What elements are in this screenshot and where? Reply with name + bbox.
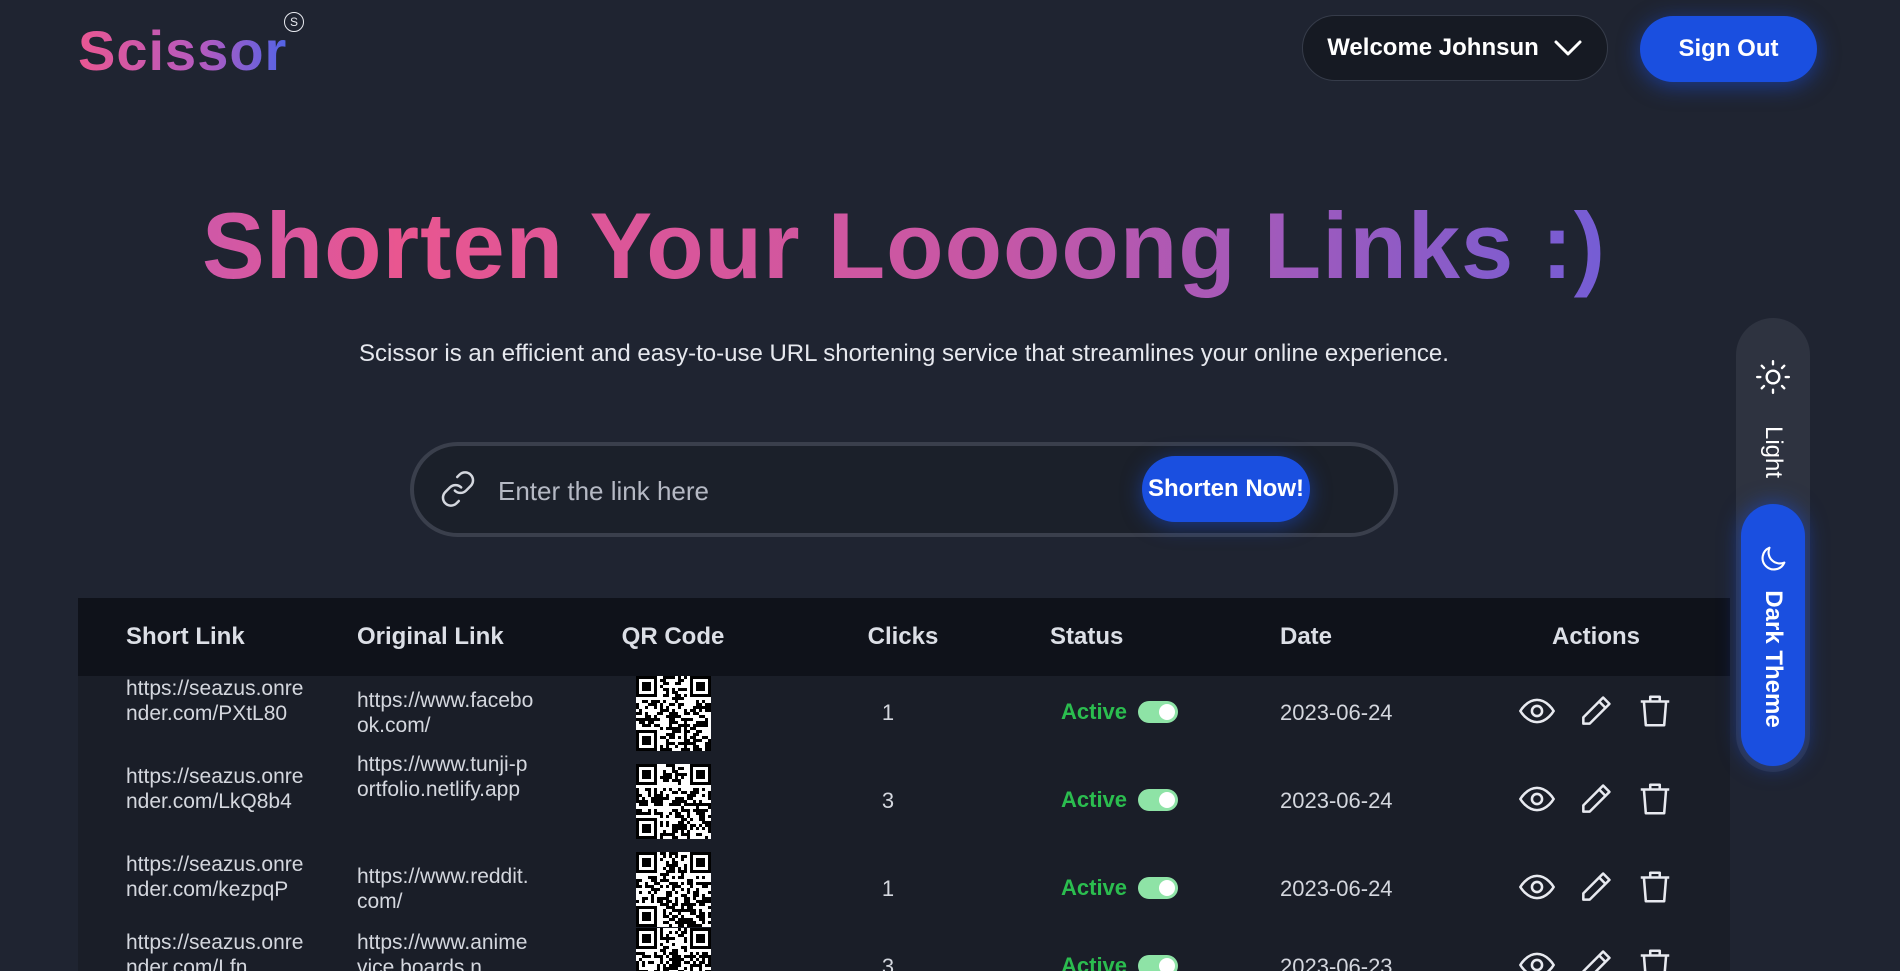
original-link[interactable]: https://www.reddit.com/ [357, 864, 535, 914]
status-label: Active [1061, 875, 1128, 900]
pencil-icon [1582, 950, 1611, 971]
eye-icon [1518, 698, 1556, 724]
column-header-date[interactable]: Date [1280, 598, 1332, 676]
click-count: 1 [881, 700, 895, 725]
qr-code[interactable] [636, 928, 711, 971]
edit-button[interactable] [1577, 692, 1615, 730]
trash-icon [1640, 949, 1670, 971]
pencil-icon [1582, 784, 1611, 813]
edit-button[interactable] [1577, 946, 1615, 971]
table-row: https://seazus.onrender.com/LkQ8b4 https… [78, 753, 1730, 852]
date: 2023-06-24 [1280, 700, 1393, 725]
moon-icon [1761, 546, 1786, 571]
chevron-down-icon [1554, 40, 1582, 56]
view-button[interactable] [1518, 780, 1556, 818]
delete-button[interactable] [1636, 946, 1674, 971]
column-header-clicks[interactable]: Clicks [868, 598, 939, 676]
delete-button[interactable] [1636, 780, 1674, 818]
click-count: 3 [881, 788, 895, 813]
dark-theme-button[interactable]: Dark Theme [1741, 504, 1805, 766]
qr-code[interactable] [636, 676, 711, 751]
table-row: https://seazus.onrender.com/Lfn https://… [78, 928, 1730, 971]
column-header-short-link[interactable]: Short Link [126, 598, 245, 676]
date: 2023-06-23 [1280, 954, 1393, 971]
date: 2023-06-24 [1280, 788, 1393, 813]
status-toggle[interactable] [1138, 789, 1178, 811]
click-count: 1 [881, 876, 895, 901]
qr-pattern [636, 928, 711, 971]
qr-code[interactable] [636, 764, 711, 839]
table-row: https://seazus.onrender.com/kezpqP https… [78, 852, 1730, 940]
eye-icon [1518, 874, 1556, 900]
column-header-actions[interactable]: Actions [1552, 598, 1640, 676]
sign-out-button[interactable]: Sign Out [1640, 16, 1817, 82]
eye-icon [1518, 952, 1556, 971]
theme-switcher: Light Dark Theme [1736, 318, 1810, 772]
view-button[interactable] [1518, 692, 1556, 730]
view-button[interactable] [1518, 868, 1556, 906]
logo[interactable]: Scissor [78, 18, 287, 83]
status-toggle[interactable] [1138, 877, 1178, 899]
user-menu-dropdown[interactable]: Welcome Johnsun [1302, 15, 1608, 81]
pencil-icon [1582, 696, 1611, 725]
status-label: Active [1061, 699, 1128, 724]
short-link[interactable]: https://seazus.onrender.com/PXtL80 [126, 676, 304, 726]
date: 2023-06-24 [1280, 876, 1393, 901]
short-link[interactable]: https://seazus.onrender.com/LkQ8b4 [126, 764, 304, 814]
short-link[interactable]: https://seazus.onrender.com/kezpqP [126, 852, 304, 902]
view-button[interactable] [1518, 946, 1556, 971]
link-input[interactable] [496, 462, 1120, 520]
column-header-status[interactable]: Status [1050, 598, 1123, 676]
qr-pattern [636, 852, 711, 927]
click-count: 3 [881, 954, 895, 971]
trash-icon [1640, 783, 1670, 815]
qr-code[interactable] [636, 852, 711, 927]
edit-button[interactable] [1577, 868, 1615, 906]
trash-icon [1640, 871, 1670, 903]
light-theme-option[interactable]: Light [1759, 426, 1787, 478]
logo-registered-mark: S [284, 12, 304, 32]
column-header-original-link[interactable]: Original Link [357, 598, 504, 676]
original-link[interactable]: https://www.animevice.boards.n [357, 930, 535, 971]
original-link[interactable]: https://www.facebook.com/ [357, 688, 535, 738]
hero-title: Shorten Your Loooong Links :) [0, 192, 1808, 300]
links-table: Short Link Original Link QR Code Clicks … [78, 598, 1730, 971]
sun-icon[interactable] [1754, 358, 1792, 396]
welcome-label: Welcome Johnsun [1327, 34, 1539, 61]
column-header-qr-code[interactable]: QR Code [622, 598, 725, 676]
hero-subtitle: Scissor is an efficient and easy-to-use … [359, 340, 1449, 367]
qr-pattern [636, 676, 711, 751]
status-label: Active [1061, 953, 1128, 971]
table-row: https://seazus.onrender.com/PXtL80 https… [78, 676, 1730, 764]
qr-pattern [636, 764, 711, 839]
pencil-icon [1582, 872, 1611, 901]
status-label: Active [1061, 787, 1128, 812]
link-icon [441, 471, 475, 507]
delete-button[interactable] [1636, 692, 1674, 730]
original-link[interactable]: https://www.tunji-portfolio.netlify.app [357, 752, 535, 802]
status-toggle[interactable] [1138, 955, 1178, 971]
dark-theme-label: Dark Theme [1760, 590, 1787, 728]
status-toggle[interactable] [1138, 701, 1178, 723]
short-link[interactable]: https://seazus.onrender.com/Lfn [126, 930, 304, 971]
delete-button[interactable] [1636, 868, 1674, 906]
shorten-now-button[interactable]: Shorten Now! [1142, 456, 1310, 522]
table-header: Short Link Original Link QR Code Clicks … [78, 598, 1730, 676]
trash-icon [1640, 695, 1670, 727]
shorten-form: Shorten Now! [410, 442, 1398, 537]
edit-button[interactable] [1577, 780, 1615, 818]
eye-icon [1518, 786, 1556, 812]
